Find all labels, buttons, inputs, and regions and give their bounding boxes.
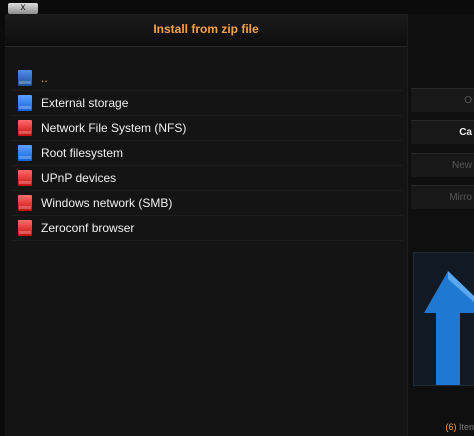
list-item-upnp[interactable]: UPnP devices (11, 166, 403, 191)
file-browser-panel: Install from zip file .. External storag… (5, 14, 408, 436)
items-count: (6) Iten (445, 422, 474, 432)
list-item-label: UPnP devices (41, 171, 117, 185)
network-drive-icon (18, 195, 32, 211)
storage-drive-icon (18, 95, 32, 111)
folder-up-arrow-icon (424, 271, 474, 385)
close-button[interactable]: x (8, 3, 38, 14)
list-item-label: Network File System (NFS) (41, 121, 187, 135)
list-item-smb[interactable]: Windows network (SMB) (11, 191, 403, 216)
network-drive-icon (18, 120, 32, 136)
dialog-header: Install from zip file (5, 14, 407, 47)
list-item-nfs[interactable]: Network File System (NFS) (11, 116, 403, 141)
list-item-label: Root filesystem (41, 146, 124, 160)
dialog-title: Install from zip file (153, 22, 259, 36)
folder-up-icon (18, 70, 32, 86)
parent-folder-label: .. (41, 71, 48, 85)
list-item-zeroconf[interactable]: Zeroconf browser (11, 216, 403, 241)
new-folder-button[interactable]: New (411, 153, 474, 177)
list-item-label: Windows network (SMB) (41, 196, 173, 210)
storage-drive-icon (18, 145, 32, 161)
cancel-button[interactable]: Ca (411, 120, 474, 144)
items-count-label: Iten (458, 422, 474, 432)
list-item-external-storage[interactable]: External storage (11, 91, 403, 116)
network-drive-icon (18, 170, 32, 186)
list-item-root-filesystem[interactable]: Root filesystem (11, 141, 403, 166)
file-list: .. External storage Network File System … (11, 66, 403, 241)
folder-preview (413, 252, 474, 386)
items-count-number: (6) (445, 422, 457, 432)
network-drive-icon (18, 220, 32, 236)
mirror-image-button[interactable]: Mirro (411, 185, 474, 209)
list-item-label: External storage (41, 96, 129, 110)
parent-folder-item[interactable]: .. (11, 66, 403, 91)
side-panel: O Ca New Mirro (6) Iten (408, 14, 474, 436)
list-item-label: Zeroconf browser (41, 221, 135, 235)
ok-button[interactable]: O (411, 88, 474, 112)
